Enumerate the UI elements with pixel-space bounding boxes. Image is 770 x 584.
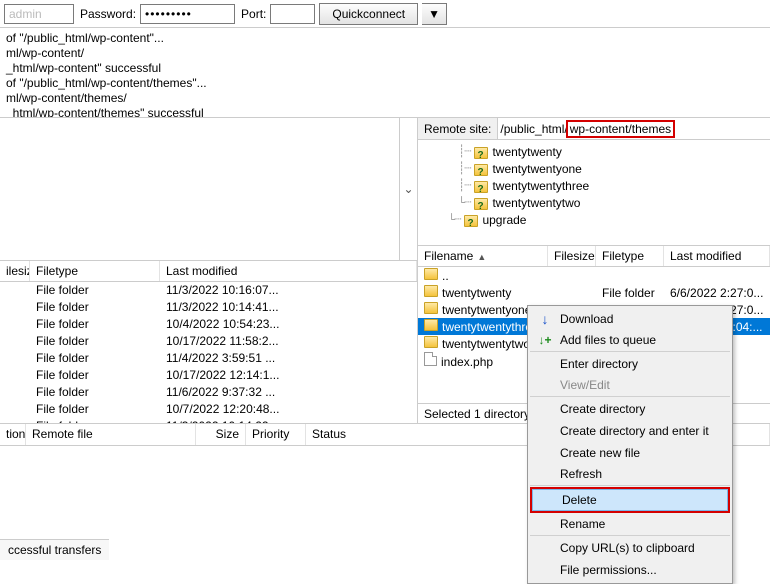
tree-item[interactable]: └┈twentytwentytwo (448, 195, 770, 212)
col-lastmodified[interactable]: Last modified (664, 246, 770, 266)
list-item[interactable]: twentytwentyFile folder6/6/2022 2:27:0..… (418, 284, 770, 301)
col-filetype[interactable]: Filetype (30, 261, 160, 281)
log-line: _html/wp-content" successful (6, 61, 764, 76)
folder-icon (474, 164, 488, 176)
col-filetype[interactable]: Filetype (596, 246, 664, 266)
remote-site-bar: Remote site: /public_html/wp-content/the… (418, 118, 770, 140)
col-filesize[interactable]: Filesize (548, 246, 596, 266)
add-queue-icon: ↓+ (536, 333, 554, 347)
menu-rename[interactable]: Rename (530, 514, 730, 536)
port-input[interactable] (270, 4, 315, 24)
local-pane: ⌄ ilesize Filetype Last modified File fo… (0, 118, 418, 423)
local-file-list[interactable]: File folder11/3/2022 10:16:07... File fo… (0, 282, 417, 424)
col-filesize[interactable]: ilesize (0, 261, 30, 281)
col-size[interactable]: Size (196, 424, 246, 445)
menu-file-permissions[interactable]: File permissions... (530, 559, 730, 581)
menu-delete[interactable]: Delete (532, 489, 728, 511)
download-icon: ↓ (536, 311, 554, 327)
tree-item[interactable]: └┈upgrade (448, 212, 770, 229)
password-input[interactable] (140, 4, 235, 24)
col-priority[interactable]: Priority (246, 424, 306, 445)
list-item[interactable]: File folder11/4/2022 3:59:51 ... (0, 350, 417, 367)
local-site-bar: ⌄ (0, 118, 417, 260)
col-filename[interactable]: Filename▲ (418, 246, 548, 266)
folder-icon (424, 268, 438, 280)
list-item[interactable]: .. (418, 267, 770, 284)
local-column-headers: ilesize Filetype Last modified (0, 260, 417, 282)
port-label: Port: (241, 7, 266, 21)
menu-add-to-queue[interactable]: ↓+Add files to queue (530, 330, 730, 352)
tree-item[interactable]: ┊┈twentytwenty (448, 144, 770, 161)
quickconnect-button[interactable]: Quickconnect (319, 3, 418, 25)
menu-copy-url[interactable]: Copy URL(s) to clipboard (530, 537, 730, 559)
folder-icon (424, 285, 438, 297)
list-item[interactable]: File folder10/4/2022 10:54:23... (0, 316, 417, 333)
log-line: of "/public_html/wp-content"... (6, 31, 764, 46)
menu-refresh[interactable]: Refresh (530, 464, 730, 486)
message-log: of "/public_html/wp-content"... ml/wp-co… (0, 28, 770, 118)
log-line: of "/public_html/wp-content/themes"... (6, 76, 764, 91)
username-input[interactable] (4, 4, 74, 24)
password-label: Password: (80, 7, 136, 21)
menu-enter-directory[interactable]: Enter directory (530, 353, 730, 375)
col-lastmodified[interactable]: Last modified (160, 261, 417, 281)
menu-create-file[interactable]: Create new file (530, 442, 730, 464)
list-item[interactable]: File folder10/17/2022 12:14:1... (0, 367, 417, 384)
folder-icon (424, 302, 438, 314)
folder-icon (474, 147, 488, 159)
list-item[interactable]: File folder11/6/2022 9:37:32 ... (0, 384, 417, 401)
log-line: ml/wp-content/ (6, 46, 764, 61)
folder-icon (424, 319, 438, 331)
remote-path-input[interactable]: /public_html/wp-content/themes (498, 118, 770, 139)
list-item[interactable]: File folder11/3/2022 10:14:22... (0, 418, 417, 424)
tab-successful-transfers[interactable]: ccessful transfers (0, 539, 109, 560)
menu-download[interactable]: ↓Download (530, 308, 730, 330)
log-line: _html/wp-content/themes" successful (6, 106, 764, 118)
remote-tree[interactable]: ┊┈twentytwenty ┊┈twentytwentyone ┊┈twent… (418, 140, 770, 245)
list-item[interactable]: File folder10/17/2022 11:58:2... (0, 333, 417, 350)
list-item[interactable]: File folder11/3/2022 10:16:07... (0, 282, 417, 299)
tree-item[interactable]: ┊┈twentytwentythree (448, 178, 770, 195)
remote-site-label: Remote site: (418, 118, 498, 139)
folder-icon (474, 198, 488, 210)
menu-view-edit: View/Edit (530, 375, 730, 397)
file-icon (424, 352, 437, 366)
folder-icon (464, 215, 478, 227)
connection-toolbar: Password: Port: Quickconnect ▼ (0, 0, 770, 28)
quickconnect-dropdown[interactable]: ▼ (422, 3, 447, 25)
chevron-down-icon[interactable]: ⌄ (399, 118, 417, 260)
context-menu: ↓Download ↓+Add files to queue Enter dir… (527, 305, 733, 584)
tree-item[interactable]: ┊┈twentytwentyone (448, 161, 770, 178)
list-item[interactable]: File folder10/7/2022 12:20:48... (0, 401, 417, 418)
menu-create-directory-enter[interactable]: Create directory and enter it (530, 420, 730, 442)
remote-column-headers: Filename▲ Filesize Filetype Last modifie… (418, 245, 770, 267)
remote-path-highlight: wp-content/themes (566, 120, 675, 138)
log-line: ml/wp-content/themes/ (6, 91, 764, 106)
folder-icon (424, 336, 438, 348)
remote-path-prefix: /public_html/ (500, 122, 567, 136)
col-remote-file[interactable]: Remote file (26, 424, 196, 445)
menu-create-directory[interactable]: Create directory (530, 398, 730, 420)
list-item[interactable]: File folder11/3/2022 10:14:41... (0, 299, 417, 316)
folder-icon (474, 181, 488, 193)
col-direction[interactable]: tion (0, 424, 26, 445)
